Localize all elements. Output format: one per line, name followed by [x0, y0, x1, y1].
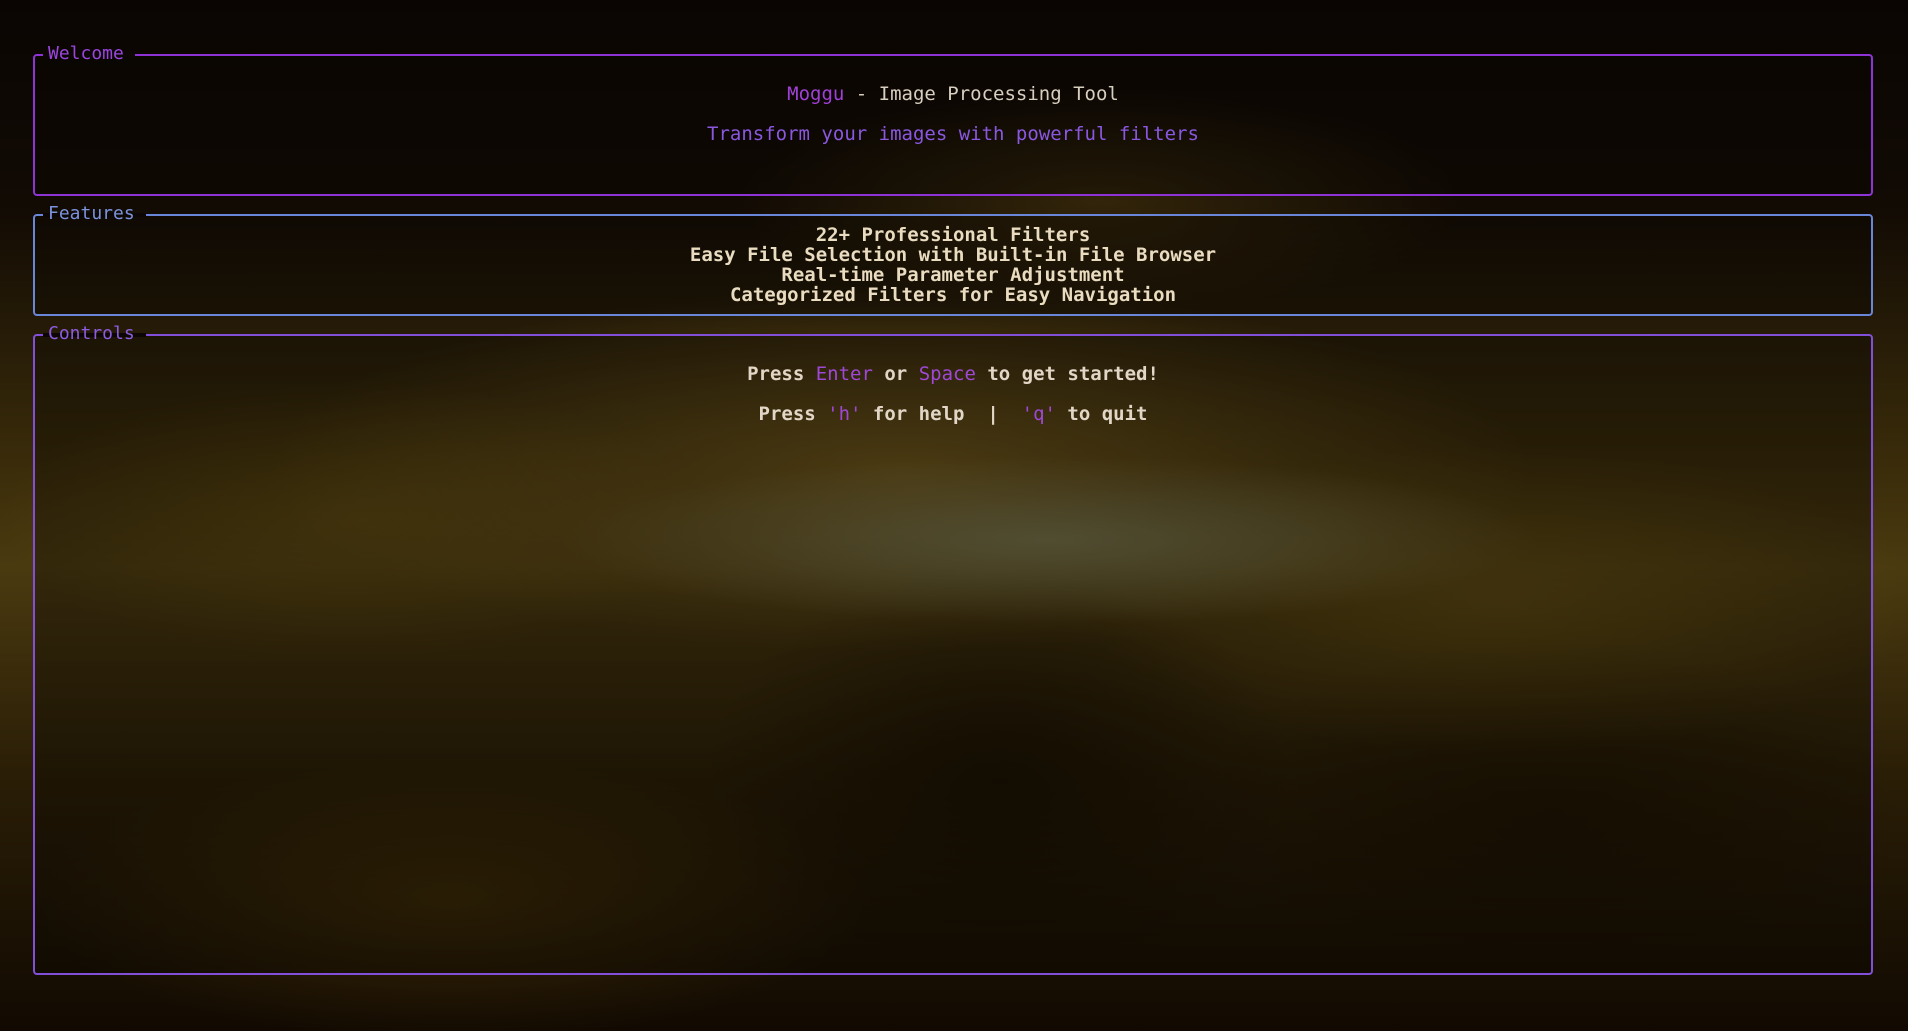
help-mid: for help |	[861, 403, 1022, 425]
quit-key-hint: 'q'	[1021, 403, 1056, 425]
features-panel-title: Features	[48, 203, 135, 224]
app-tagline: Image Processing Tool	[878, 83, 1119, 105]
feature-item: Easy File Selection with Built-in File B…	[689, 244, 1217, 266]
enter-key-hint: Enter	[815, 363, 873, 385]
space-key-hint: Space	[918, 363, 976, 385]
quit-suffix: to quit	[1055, 403, 1148, 425]
feature-item: Real-time Parameter Adjustment	[781, 264, 1125, 286]
help-quit-instruction: Press 'h' for help | 'q' to quit	[35, 403, 1871, 425]
help-key-hint: 'h'	[827, 403, 862, 425]
feature-item: Categorized Filters for Easy Navigation	[729, 284, 1177, 306]
app-name: Moggu	[787, 83, 845, 105]
app-subtitle: Transform your images with powerful filt…	[707, 123, 1199, 145]
feature-item: 22+ Professional Filters	[815, 224, 1091, 246]
app-title-line: Moggu - Image Processing Tool	[35, 83, 1871, 105]
help-prefix: Press	[758, 403, 828, 425]
controls-panel-title: Controls	[48, 323, 135, 344]
start-or: or	[872, 363, 919, 385]
start-instruction: Press Enter or Space to get started!	[35, 363, 1871, 385]
app-title-separator: -	[844, 83, 879, 105]
start-suffix: to get started!	[975, 363, 1159, 385]
controls-panel: Controls Press Enter or Space to get sta…	[33, 323, 1873, 975]
welcome-panel-title: Welcome	[48, 43, 124, 64]
start-prefix: Press	[747, 363, 816, 385]
features-panel: Features 22+ Professional Filters Easy F…	[33, 203, 1873, 316]
welcome-panel: Welcome Moggu - Image Processing Tool Tr…	[33, 43, 1873, 196]
